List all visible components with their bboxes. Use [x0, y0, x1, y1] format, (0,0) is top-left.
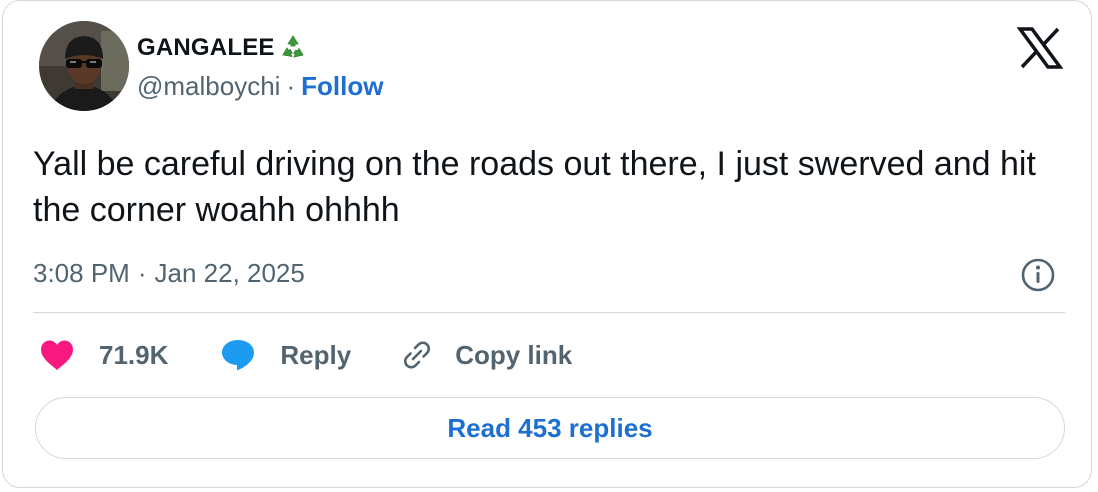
reply-button[interactable]: Reply [220, 338, 351, 372]
author-block: GANGALEE @malboychi · Follow [137, 31, 383, 102]
read-replies-button[interactable]: Read 453 replies [35, 397, 1065, 459]
info-icon[interactable] [1020, 257, 1056, 293]
link-icon [399, 337, 435, 373]
handle-row: @malboychi · Follow [137, 71, 383, 102]
copy-link-button[interactable]: Copy link [399, 337, 572, 373]
handle[interactable]: @malboychi [137, 71, 280, 102]
tweet-card: GANGALEE @malboychi · Follow Yall be car… [2, 0, 1092, 488]
tweet-time[interactable]: 3:08 PM [33, 258, 130, 289]
action-bar: 71.9K Reply Copy link [39, 335, 572, 375]
copy-link-label: Copy link [455, 339, 573, 370]
x-logo-icon[interactable] [1016, 27, 1064, 69]
tweet-text: Yall be careful driving on the roads out… [33, 145, 1036, 229]
avatar[interactable] [39, 21, 129, 111]
like-count: 71.9K [99, 339, 169, 370]
separator-dot: · [137, 257, 147, 288]
display-name[interactable]: GANGALEE [137, 34, 275, 62]
name-row: GANGALEE [137, 31, 383, 65]
recycle-icon [278, 33, 308, 63]
heart-icon [39, 339, 75, 371]
divider [33, 312, 1065, 313]
avatar-image [39, 21, 129, 111]
separator-dot: · [286, 71, 296, 101]
follow-link[interactable]: Follow [301, 71, 383, 102]
timestamp-row: 3:08 PM · Jan 22, 2025 [33, 253, 305, 293]
speech-bubble-icon [220, 338, 256, 372]
like-button[interactable]: 71.9K [39, 339, 168, 371]
tweet-date[interactable]: Jan 22, 2025 [155, 258, 305, 289]
reply-label: Reply [280, 339, 352, 370]
